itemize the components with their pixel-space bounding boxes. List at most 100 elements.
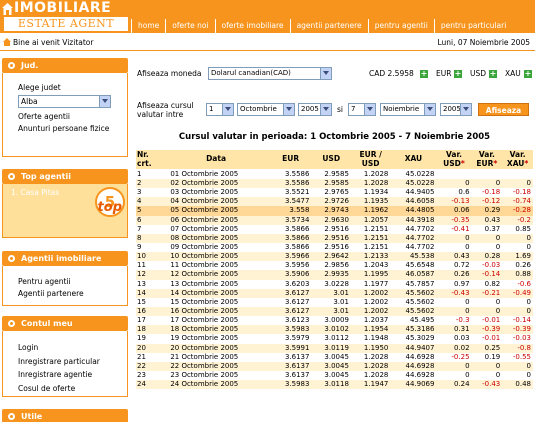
table-cell: 3.6203 xyxy=(269,279,312,289)
to-day-select[interactable]: 7 xyxy=(348,103,376,116)
pentru-agentii-link[interactable]: Pentru agentii xyxy=(18,276,127,288)
table-cell: 1.1948 xyxy=(350,334,391,344)
table-cell: -0.8 xyxy=(502,343,533,353)
table-cell: 44.7702 xyxy=(390,233,437,243)
add-usd-icon[interactable]: + xyxy=(489,70,497,78)
table-cell: 1.1934 xyxy=(350,188,391,198)
table-cell: -0.21 xyxy=(471,288,503,298)
nav-oferte-imobiliare[interactable]: oferte imobiliare xyxy=(214,19,290,33)
table-cell: 22 Octombrie 2005 xyxy=(162,361,270,371)
show-button[interactable]: Afiseaza xyxy=(478,103,529,116)
table-cell: 0 xyxy=(436,370,472,381)
nav-home[interactable]: home xyxy=(131,19,165,33)
table-cell: 1.2133 xyxy=(350,252,391,262)
from-month-select[interactable]: Octombrie xyxy=(237,103,295,116)
table-cell: 14 Octombrie 2005 xyxy=(162,288,270,298)
table-cell: 3.5586 xyxy=(269,179,312,189)
currency-selected-value: Dolarul canadian(CAD) xyxy=(211,69,291,77)
table-cell: 44.6928 xyxy=(390,361,437,371)
table-cell: -0.41 xyxy=(436,224,472,234)
table-row: 8 08 Octombrie 2005 3.5866 2.9516 1.2151 44.7… xyxy=(136,233,533,243)
table-cell: 2.9765 xyxy=(311,188,351,198)
table-cell: 6 xyxy=(136,215,163,225)
table-cell: 0 xyxy=(502,297,533,307)
add-eur-icon[interactable]: + xyxy=(454,70,462,78)
table-cell: 4 xyxy=(136,197,163,207)
table-cell: 23 Octombrie 2005 xyxy=(162,370,270,381)
bullet-icon xyxy=(8,255,15,262)
eur-label: EUR xyxy=(436,69,452,78)
table-cell: 08 Octombrie 2005 xyxy=(162,233,270,243)
table-cell: 10 Octombrie 2005 xyxy=(162,252,270,262)
inregistrare-particular-link[interactable]: Inregistrare particular xyxy=(18,355,127,369)
anunturi-persoane-fizice-link[interactable]: Anunturi persoane fizice xyxy=(18,123,127,135)
table-cell: 21 xyxy=(136,352,163,362)
to-year-select[interactable]: 2005 xyxy=(440,103,472,116)
table-cell: 0 xyxy=(502,361,533,371)
table-cell: 44.6928 xyxy=(390,370,437,381)
add-cad-icon[interactable]: + xyxy=(420,70,428,78)
table-cell: 11 Octombrie 2005 xyxy=(162,261,270,271)
oferte-agentii-link[interactable]: Oferte agentii xyxy=(18,111,127,123)
table-cell: 3.5866 xyxy=(269,233,312,243)
table-cell xyxy=(436,169,472,179)
table-cell: 18 xyxy=(136,325,163,335)
table-cell: 45.0228 xyxy=(390,179,437,189)
current-date: Luni, 07 Noiembrie 2005 xyxy=(437,38,530,47)
currency-select[interactable]: Dolarul canadian(CAD) xyxy=(208,67,332,80)
col-data: Data xyxy=(162,150,270,170)
bullet-icon xyxy=(8,413,15,420)
from-year-select[interactable]: 2005 xyxy=(298,103,332,116)
col-var-xau: Var. XAU* xyxy=(502,150,533,170)
table-cell: 44.9069 xyxy=(390,380,437,390)
col-var-eur: Var. EUR* xyxy=(471,150,503,170)
top-agentii-item[interactable]: 1. Casa Pitas xyxy=(11,188,59,197)
table-cell: -0.01 xyxy=(471,334,503,344)
table-cell: 2.9516 xyxy=(311,233,351,243)
table-cell: 0.88 xyxy=(502,270,533,280)
table-cell: 3.0119 xyxy=(311,343,351,353)
table-cell: 06 Octombrie 2005 xyxy=(162,215,270,225)
table-cell: 3.5991 xyxy=(269,343,312,353)
chevron-down-icon xyxy=(320,68,331,79)
table-cell: 3.0228 xyxy=(311,279,351,289)
site-logo[interactable]: IMOBILIARE ESTATE AGENT xyxy=(2,1,129,32)
utile-title-text: Utile xyxy=(21,412,43,421)
table-cell: 0 xyxy=(436,306,472,317)
table-cell: 0.29 xyxy=(471,206,503,216)
table-cell: 7 xyxy=(136,224,163,234)
table-cell: 3.5477 xyxy=(269,197,312,207)
table-cell: 2.9856 xyxy=(311,261,351,271)
table-row: 1 01 Octombrie 2005 3.5586 2.9585 1.2028 45.0… xyxy=(136,169,533,179)
table-row: 21 21 Octombrie 2005 3.6137 3.0045 1.2028 44.… xyxy=(136,352,533,362)
county-select[interactable]: Alba xyxy=(18,95,111,108)
to-month-select[interactable]: Noiembrie xyxy=(380,103,436,116)
top-agentii-box-title: Top agentii xyxy=(2,169,128,184)
table-cell: 0.25 xyxy=(471,343,503,353)
table-cell: 2.9585 xyxy=(311,169,351,179)
table-cell: 11 xyxy=(136,261,163,271)
nav-agentii-partenere[interactable]: agentii partenere xyxy=(289,19,368,33)
table-cell: -0.2 xyxy=(502,215,533,225)
sidebar: Jud. Alege judet Alba Oferte agentii Anu… xyxy=(2,58,128,422)
from-day-select[interactable]: 1 xyxy=(206,103,234,116)
table-cell: 0 xyxy=(436,242,472,253)
nav-oferte-noi[interactable]: oferte noi xyxy=(165,19,214,33)
table-cell: 24 xyxy=(136,380,163,390)
table-cell: 0.06 xyxy=(436,206,472,216)
table-cell: 12 Octombrie 2005 xyxy=(162,270,270,280)
nav-pentru-particulari[interactable]: pentru particulari xyxy=(433,19,512,33)
table-cell: 1 xyxy=(136,169,163,179)
login-link[interactable]: Login xyxy=(18,341,127,355)
table-row: 9 09 Octombrie 2005 3.5866 2.9516 1.2151 44.7… xyxy=(136,242,533,253)
table-cell: 0 xyxy=(502,179,533,189)
table-cell: 44.7702 xyxy=(390,224,437,234)
inregistrare-agentie-link[interactable]: Inregistrare agentie xyxy=(18,368,127,382)
table-cell: 1.1950 xyxy=(350,343,391,353)
col-xau: XAU xyxy=(390,150,437,170)
agentii-partenere-link[interactable]: Agentii partenere xyxy=(18,288,127,300)
add-xau-icon[interactable]: + xyxy=(524,70,532,78)
nav-pentru-agentii[interactable]: pentru agentii xyxy=(367,19,434,33)
table-cell: 2.9726 xyxy=(311,197,351,207)
cosul-de-oferte-link[interactable]: Cosul de oferte xyxy=(18,382,127,396)
